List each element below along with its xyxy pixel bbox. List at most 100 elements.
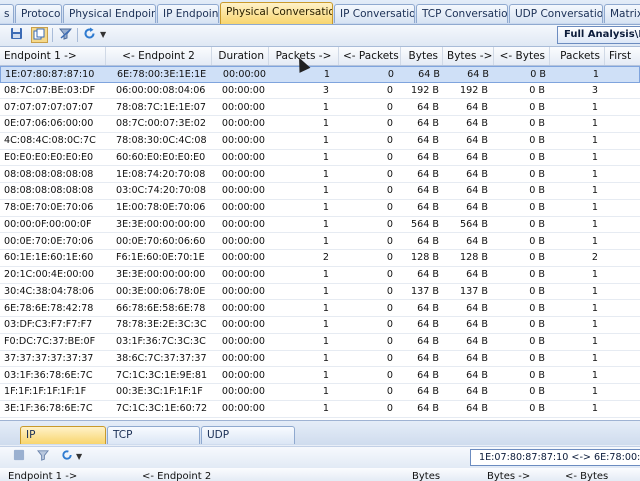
cell-packets-out: 1: [322, 135, 329, 146]
col-endpoint-1[interactable]: Endpoint 1 ->: [0, 47, 106, 65]
cell-endpoint-1: 0E:07:06:06:00:00: [4, 118, 94, 130]
cell-duration: 00:00:00: [221, 386, 265, 398]
cell-endpoint-2: 00:0E:70:60:06:60: [116, 235, 206, 247]
tab-ip-endpoint[interactable]: IP Endpoint: [157, 4, 219, 23]
cell-packets-out: 1: [322, 369, 329, 381]
cell-packets: 1: [591, 352, 598, 364]
table-row[interactable]: E0:E0:E0:E0:E0:E0 60:60:E0:E0:E0:E0 00:00:…: [0, 150, 640, 167]
cell-bytes-out: 64 B: [466, 386, 488, 398]
refresh-icon[interactable]: [81, 27, 98, 43]
cell-packets-in: 0: [386, 135, 393, 146]
cell-packets: 1: [591, 101, 598, 113]
copy-icon[interactable]: [31, 27, 48, 43]
col-bytes-out[interactable]: Bytes ->: [443, 47, 494, 65]
cell-packets-in: 0: [386, 369, 393, 381]
table-row[interactable]: 1F:1F:1F:1F:1F:1F 00:3E:3C:1F:1F:1F 00:00:…: [0, 384, 640, 401]
table-row[interactable]: 00:00:0F:00:00:0F 3E:3E:00:00:00:00 00:00:…: [0, 217, 640, 234]
table-row[interactable]: 78:0E:70:0E:70:06 1E:00:78:0E:70:06 00:00:…: [0, 200, 640, 217]
table-row[interactable]: 00:0E:70:0E:70:06 00:0E:70:60:06:60 00:00:…: [0, 234, 640, 251]
tab-tcp-conversation[interactable]: TCP Conversation: [416, 4, 508, 23]
cell-packets: 1: [591, 386, 598, 398]
cell-endpoint-1: 03:1F:36:78:6E:7C: [4, 369, 93, 381]
tab-matrix[interactable]: Matrix: [604, 4, 640, 23]
col-first[interactable]: First: [605, 47, 640, 65]
cell-packets-out: 1: [322, 118, 329, 130]
cell-packets-out: 1: [322, 285, 329, 297]
cell-endpoint-2: 08:7C:00:07:3E:02: [116, 118, 206, 130]
table-row[interactable]: 07:07:07:07:07:07 78:08:7C:1E:1E:07 00:00:…: [0, 100, 640, 117]
tab-protocol[interactable]: Protocol: [15, 4, 62, 23]
table-row[interactable]: F0:DC:7C:37:BE:0F 03:1F:36:7C:3C:3C 00:00:…: [0, 334, 640, 351]
cell-bytes-out: 64 B: [466, 168, 488, 180]
cell-packets-out: 2: [322, 252, 329, 264]
table-row[interactable]: 03:1F:36:78:6E:7C 7C:1C:3C:1E:9E:81 00:00:…: [0, 368, 640, 385]
tab-physical-endpoint[interactable]: Physical Endpoint: [63, 4, 156, 23]
cell-packets-in: 0: [386, 269, 393, 280]
refresh-dropdown-icon[interactable]: ▼: [100, 27, 106, 43]
cell-endpoint-2: 6E:78:00:3E:1E:1E: [117, 69, 207, 80]
analysis-selector[interactable]: Full Analysis\Phy: [557, 26, 640, 44]
col-duration[interactable]: Duration: [212, 47, 269, 65]
table-row[interactable]: 3E:1F:36:78:6E:7C 7C:1C:3C:1E:60:72 00:00:…: [0, 401, 640, 418]
refresh-dropdown-icon[interactable]: ▼: [76, 449, 82, 465]
save-icon[interactable]: [8, 27, 25, 43]
cell-duration: 00:00:00: [221, 369, 265, 381]
col-bytes[interactable]: Bytes: [401, 47, 443, 65]
cell-bytes: 64 B: [418, 69, 440, 80]
bottom-tab-tcp-conversation[interactable]: TCP Conversation: [107, 426, 200, 458]
cell-bytes-out: 64 B: [466, 202, 488, 213]
refresh-icon[interactable]: [58, 449, 75, 465]
table-row[interactable]: 08:08:08:08:08:08 1E:08:74:20:70:08 00:00:…: [0, 167, 640, 184]
save-icon[interactable]: [10, 449, 27, 465]
cell-packets-in: 0: [386, 151, 393, 163]
col-bytes-in[interactable]: <- Bytes: [494, 47, 550, 65]
table-row[interactable]: 08:08:08:08:08:08 03:0C:74:20:70:08 00:00:…: [0, 183, 640, 200]
cell-endpoint-2: 78:08:30:0C:4C:08: [116, 135, 207, 146]
cell-bytes: 64 B: [417, 269, 439, 280]
col-packets-in[interactable]: <- Packets: [339, 47, 401, 65]
cell-duration: 00:00:00: [221, 84, 265, 96]
tab-udp-conversation[interactable]: UDP Conversation: [509, 4, 603, 23]
bottom-tab-ip-conversation[interactable]: IP Conversation: [20, 426, 106, 458]
table-row[interactable]: 30:4C:38:04:78:06 00:3E:00:06:78:0E 00:00:…: [0, 284, 640, 301]
filter-icon[interactable]: [34, 449, 51, 465]
table-row[interactable]: 37:37:37:37:37:37 38:6C:7C:37:37:37 00:00:…: [0, 351, 640, 368]
selected-conversation-box[interactable]: 1E:07:80:87:87:10 <-> 6E:78:00:3E:1E:1E: [470, 449, 640, 466]
cell-bytes-in: 0 B: [529, 185, 545, 197]
tab-physical-conversation[interactable]: Physical Conversation: [220, 2, 333, 24]
cell-endpoint-1: 00:00:0F:00:00:0F: [4, 218, 92, 230]
toolbar-separator: [77, 28, 78, 42]
table-row[interactable]: 20:1C:00:4E:00:00 3E:3E:00:00:00:00 00:00:…: [0, 267, 640, 284]
table-row[interactable]: 60:1E:1E:60:1E:60 F6:1E:60:0E:70:1E 00:00:…: [0, 250, 640, 267]
cell-bytes-out: 192 B: [460, 84, 488, 96]
table-row[interactable]: 6E:78:6E:78:42:78 66:78:6E:58:6E:78 00:00:…: [0, 301, 640, 318]
cell-endpoint-1: 08:08:08:08:08:08: [4, 185, 94, 197]
cell-packets-out: 1: [322, 101, 329, 113]
tab-ip-conversation[interactable]: IP Conversation: [334, 4, 415, 23]
table-row[interactable]: 0E:07:06:06:00:00 08:7C:00:07:3E:02 00:00:…: [0, 116, 640, 133]
cell-packets: 1: [591, 202, 598, 213]
cell-duration: 00:00:00: [221, 285, 265, 297]
cell-packets-in: 0: [386, 168, 393, 180]
cell-endpoint-1: F0:DC:7C:37:BE:0F: [4, 336, 96, 347]
col-packets[interactable]: Packets: [550, 47, 605, 65]
cell-packets-out: 1: [322, 403, 329, 414]
table-row[interactable]: 03:DF:C3:F7:F7:F7 78:78:3E:2E:3C:3C 00:00:…: [0, 317, 640, 334]
cell-packets-in: 0: [386, 101, 393, 113]
table-row[interactable]: 08:7C:07:BE:03:DF 06:00:00:08:04:06 00:00:…: [0, 83, 640, 100]
bottom-tab-udp-conversation[interactable]: UDP Conversation: [201, 426, 295, 458]
cell-duration: 00:00:00: [221, 319, 265, 331]
cell-bytes-out: 64 B: [466, 369, 488, 381]
col-endpoint-2[interactable]: <- Endpoint 2: [106, 47, 212, 65]
filter-icon[interactable]: [57, 27, 74, 43]
cell-bytes: 192 B: [411, 84, 439, 96]
cell-packets-in: 0: [386, 235, 393, 247]
cell-bytes-out: 128 B: [460, 252, 488, 264]
tab-partial[interactable]: s: [0, 4, 14, 23]
toolbar: ▼ Full Analysis\Phy: [0, 25, 640, 47]
cell-bytes-in: 0 B: [529, 118, 545, 130]
cell-endpoint-2: 1E:08:74:20:70:08: [116, 168, 206, 180]
toolbar-separator: [52, 28, 53, 42]
table-row[interactable]: 4C:08:4C:08:0C:7C 78:08:30:0C:4C:08 00:00:…: [0, 133, 640, 150]
table-row[interactable]: 1E:07:80:87:87:10 6E:78:00:3E:1E:1E 00:00:…: [0, 66, 640, 83]
